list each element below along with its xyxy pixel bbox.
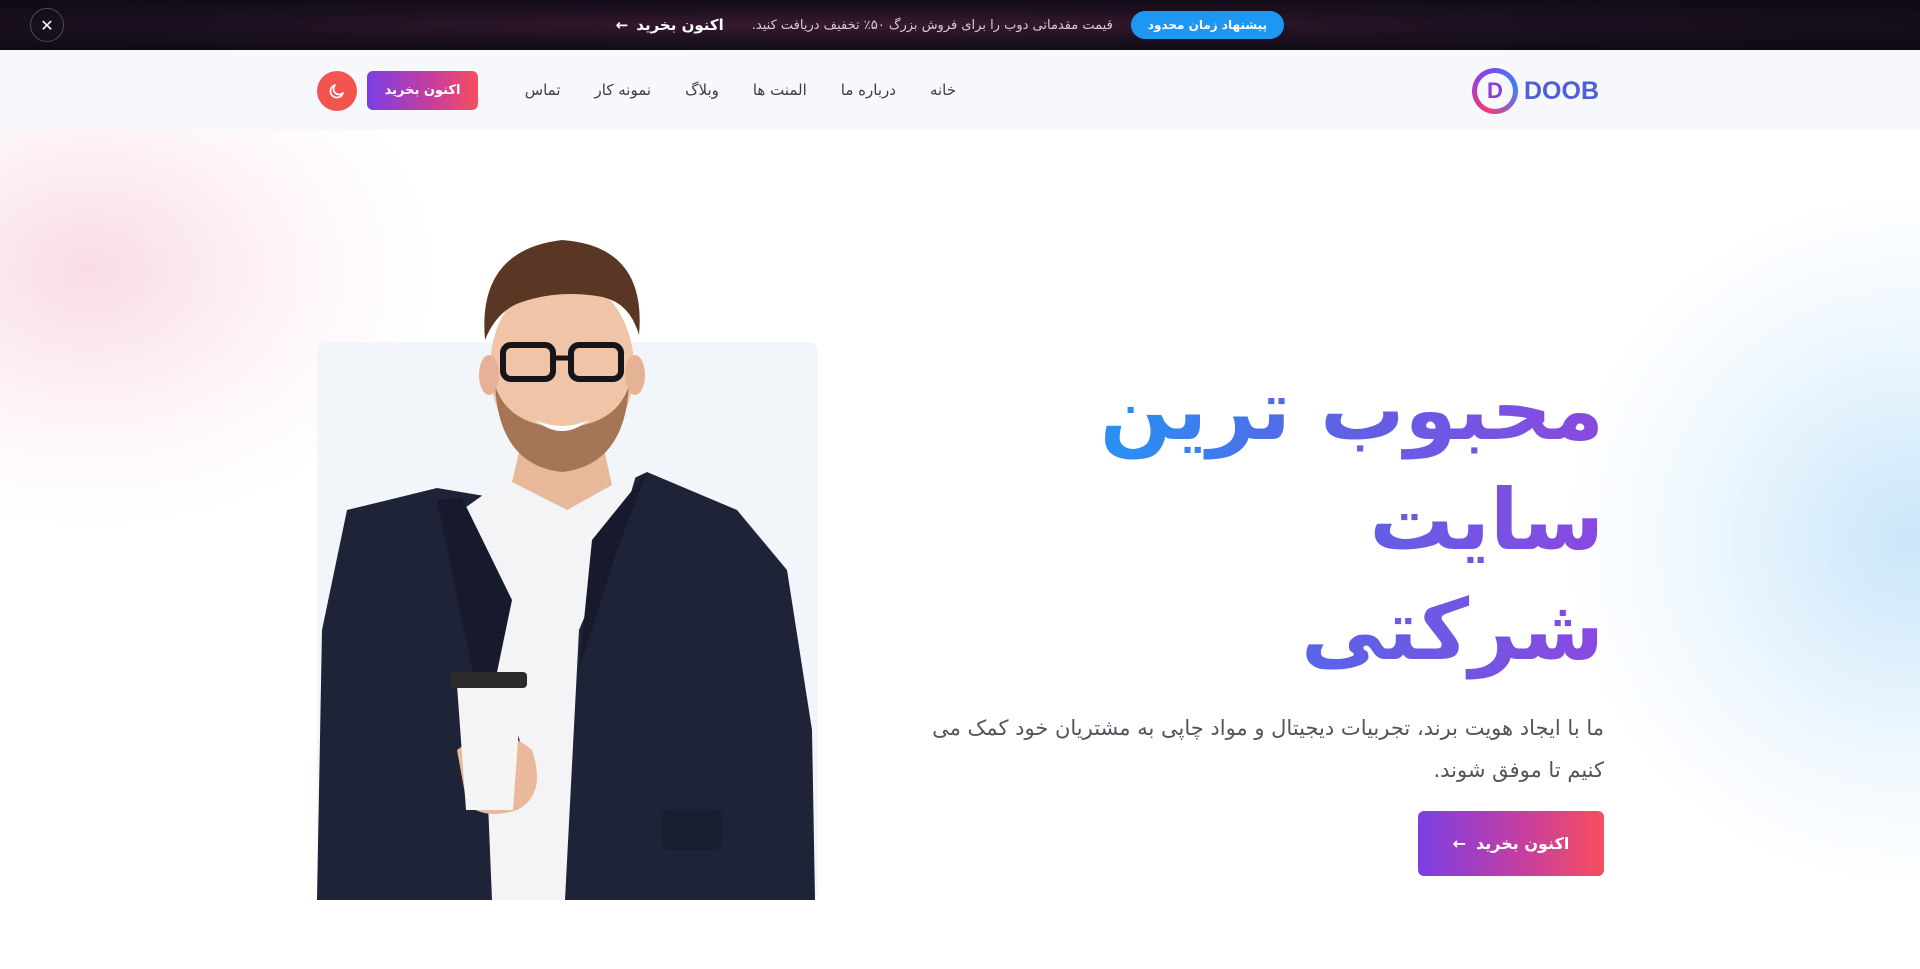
arrow-left-icon: ← [615,16,629,34]
promo-buy-link[interactable]: اکنون بخرید ← [616,16,724,34]
hero-title-line1: محبوب ترین سایت [1099,361,1604,569]
nav-item-elements[interactable]: المنت ها [753,81,807,99]
hero-title: محبوب ترین سایت شرکتی [844,355,1604,685]
hero-section: محبوب ترین سایت شرکتی ما با ایجاد هویت ب… [0,130,1920,969]
hero-buy-button-label: اکنون بخرید [1476,834,1570,853]
hero-buy-button[interactable]: اکنون بخرید ← [1418,811,1604,876]
promo-buy-link-label: اکنون بخرید [636,16,724,34]
nav-item-about[interactable]: درباره ما [841,81,896,99]
hero-title-line2: شرکتی [1301,581,1604,679]
theme-toggle-button[interactable] [317,71,357,111]
logo-text: DOOB [1524,76,1599,105]
main-nav: خانه درباره ما المنت ها وبلاگ نمونه کار … [525,50,956,130]
promo-badge[interactable]: پیشنهاد زمان محدود [1130,11,1284,39]
promo-bar: پیشنهاد زمان محدود قیمت مقدماتی دوب را ب… [0,0,1920,50]
decorative-glow-right [1560,190,1920,890]
close-icon[interactable]: ✕ [30,8,64,42]
nav-item-home[interactable]: خانه [930,81,956,99]
hero-content: محبوب ترین سایت شرکتی ما با ایجاد هویت ب… [844,355,1604,876]
site-header: D DOOB خانه درباره ما المنت ها وبلاگ نمو… [0,50,1920,130]
logo-mark: D [1472,68,1518,114]
hero-person-image [317,240,815,900]
header-buy-button[interactable]: اکنون بخرید [367,71,478,110]
promo-content: پیشنهاد زمان محدود قیمت مقدماتی دوب را ب… [616,0,1284,50]
logo-letter: D [1487,78,1503,103]
nav-item-blog[interactable]: وبلاگ [685,81,719,99]
logo[interactable]: D DOOB [1472,68,1599,114]
nav-item-portfolio[interactable]: نمونه کار [595,81,652,99]
nav-item-contact[interactable]: تماس [525,81,561,99]
moon-icon [329,84,344,99]
arrow-left-icon: ← [1452,834,1467,853]
hero-description: ما با ایجاد هویت برند، تجربیات دیجیتال و… [932,716,1604,782]
promo-text: قیمت مقدماتی دوب را برای فروش بزرگ ۵۰٪ ت… [751,17,1113,33]
